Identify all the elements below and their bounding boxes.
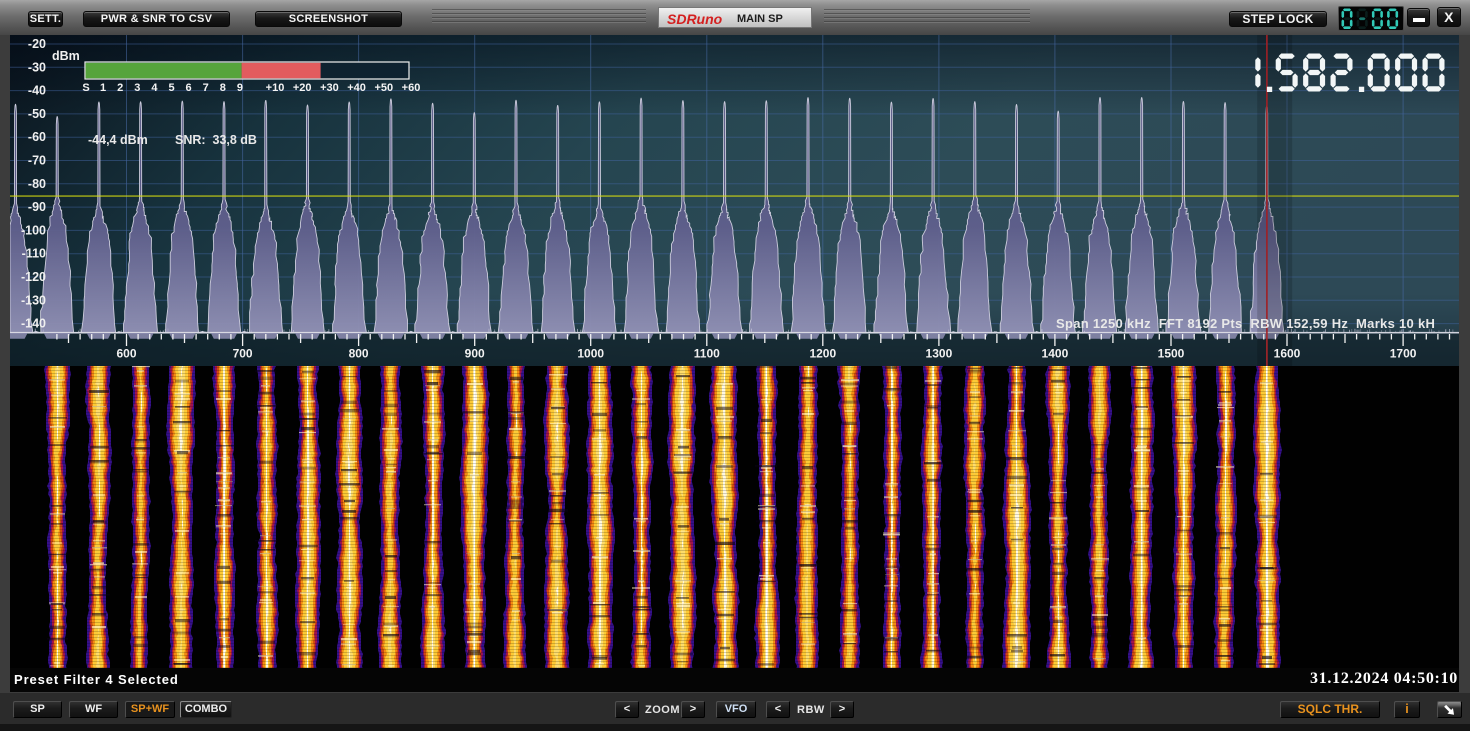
svg-text:1300: 1300 — [926, 347, 953, 361]
svg-text:S: S — [82, 82, 89, 94]
svg-text:600: 600 — [116, 347, 136, 361]
svg-text:dBm: dBm — [52, 49, 80, 63]
svg-text:-50: -50 — [28, 107, 46, 121]
svg-text:-44,4 dBm: -44,4 dBm — [88, 133, 148, 147]
svg-text:+50: +50 — [374, 82, 393, 94]
svg-text:1: 1 — [100, 82, 106, 94]
svg-text:+60: +60 — [402, 82, 421, 94]
svg-text:8: 8 — [220, 82, 226, 94]
svg-text:1200: 1200 — [809, 347, 836, 361]
svg-text:+30: +30 — [320, 82, 339, 94]
svg-text:7: 7 — [203, 82, 209, 94]
svg-text:800: 800 — [349, 347, 369, 361]
svg-text:-80: -80 — [28, 177, 46, 191]
svg-text:1100: 1100 — [694, 347, 720, 361]
svg-text:-70: -70 — [28, 154, 46, 168]
svg-text:1500: 1500 — [1158, 347, 1185, 361]
svg-text:-120: -120 — [21, 270, 46, 284]
svg-text:1000: 1000 — [577, 347, 604, 361]
svg-text:-30: -30 — [28, 60, 46, 74]
svg-text:-60: -60 — [28, 130, 46, 144]
svg-text:-40: -40 — [28, 84, 46, 98]
svg-text:Span 1250 kHz FFT 8192 Pts R: Span 1250 kHz FFT 8192 Pts RBW 152,59 Hz… — [1056, 316, 1435, 331]
svg-text:-110: -110 — [22, 247, 46, 261]
svg-text:1600: 1600 — [1274, 347, 1301, 361]
svg-text:+10: +10 — [266, 82, 285, 94]
svg-text:700: 700 — [233, 347, 253, 361]
svg-text:1700: 1700 — [1390, 347, 1417, 361]
svg-text:-130: -130 — [21, 293, 46, 307]
svg-text:2: 2 — [117, 82, 123, 94]
svg-text:-20: -20 — [28, 37, 46, 51]
svg-text:3: 3 — [134, 82, 140, 94]
svg-text:-90: -90 — [28, 200, 46, 214]
svg-text:5: 5 — [168, 82, 174, 94]
svg-text:-100: -100 — [21, 223, 46, 237]
svg-text:1400: 1400 — [1042, 347, 1069, 361]
svg-text:+40: +40 — [347, 82, 366, 94]
svg-text:9: 9 — [237, 82, 243, 94]
svg-text:900: 900 — [465, 347, 485, 361]
svg-text:6: 6 — [186, 82, 192, 94]
svg-text:-140: -140 — [21, 317, 46, 331]
svg-text:+20: +20 — [293, 82, 312, 94]
svg-text:SNR: 33,8 dB: SNR: 33,8 dB — [175, 133, 257, 147]
svg-text:4: 4 — [151, 82, 158, 94]
